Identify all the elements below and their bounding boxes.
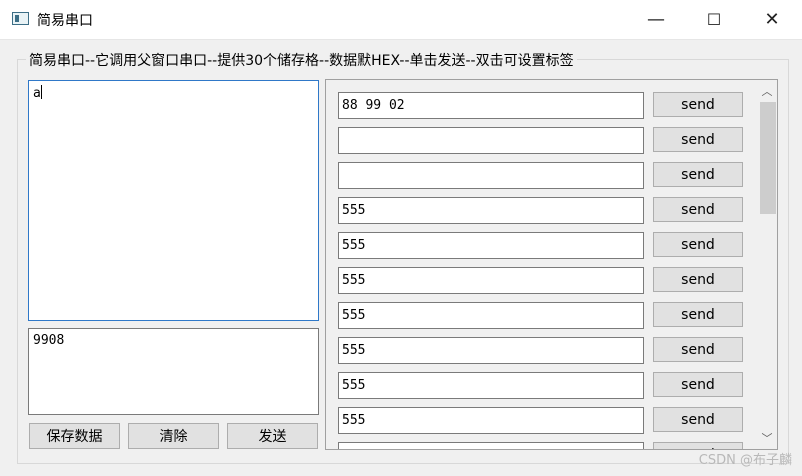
group-label: 简易串口--它调用父窗口串口--提供30个储存格--数据默HEX--单击发送--… [26, 50, 577, 70]
main-text: a [33, 86, 41, 101]
watermark: CSDN @布子麟 [698, 453, 792, 468]
send-row-button[interactable]: send [653, 232, 743, 257]
minimize-button[interactable]: — [627, 0, 685, 39]
scrollbar-thumb[interactable] [760, 102, 776, 214]
send-row-button[interactable]: send [653, 407, 743, 432]
secondary-text: 9908 [33, 333, 65, 348]
send-row-input[interactable]: 555 [338, 372, 644, 399]
text-caret [40, 85, 42, 99]
send-row-input[interactable]: 555 [338, 337, 644, 364]
send-row-button[interactable]: send [653, 162, 743, 187]
send-row-input[interactable]: 88 99 02 [338, 92, 644, 119]
save-data-button[interactable]: 保存数据 [29, 423, 120, 449]
send-row-input[interactable] [338, 127, 644, 154]
send-button[interactable]: 发送 [227, 423, 318, 449]
send-row-button[interactable]: send [653, 337, 743, 362]
send-row-input[interactable]: 555 [338, 232, 644, 259]
close-button[interactable]: ✕ [743, 0, 801, 39]
send-row-button[interactable]: send [653, 372, 743, 397]
title-bar: 简易串口 — ☐ ✕ [0, 0, 802, 40]
app-icon [12, 12, 29, 25]
send-row-input[interactable] [338, 162, 644, 189]
vertical-scrollbar[interactable]: ︿ ﹀ [757, 80, 777, 449]
send-row-button[interactable]: send [653, 92, 743, 117]
main-text-area[interactable]: a [28, 80, 319, 321]
window-title: 简易串口 [37, 13, 93, 29]
send-row-button[interactable]: send [653, 302, 743, 327]
send-row-input[interactable] [338, 442, 644, 449]
send-row-button[interactable]: send [653, 197, 743, 222]
send-row-button[interactable]: send [653, 127, 743, 152]
scroll-down-icon[interactable]: ﹀ [757, 428, 777, 448]
maximize-button[interactable]: ☐ [685, 0, 743, 39]
send-row-button[interactable]: send [653, 267, 743, 292]
send-row-input[interactable]: 555 [338, 302, 644, 329]
send-row-input[interactable]: 555 [338, 407, 644, 434]
send-rows-scroll-area[interactable]: 88 99 02 send send send 555 send 555 sen… [325, 79, 778, 450]
secondary-text-area[interactable]: 9908 [28, 328, 319, 415]
send-row-input[interactable]: 555 [338, 197, 644, 224]
send-row-input[interactable]: 555 [338, 267, 644, 294]
clear-button[interactable]: 清除 [128, 423, 219, 449]
scroll-up-icon[interactable]: ︿ [757, 81, 777, 101]
